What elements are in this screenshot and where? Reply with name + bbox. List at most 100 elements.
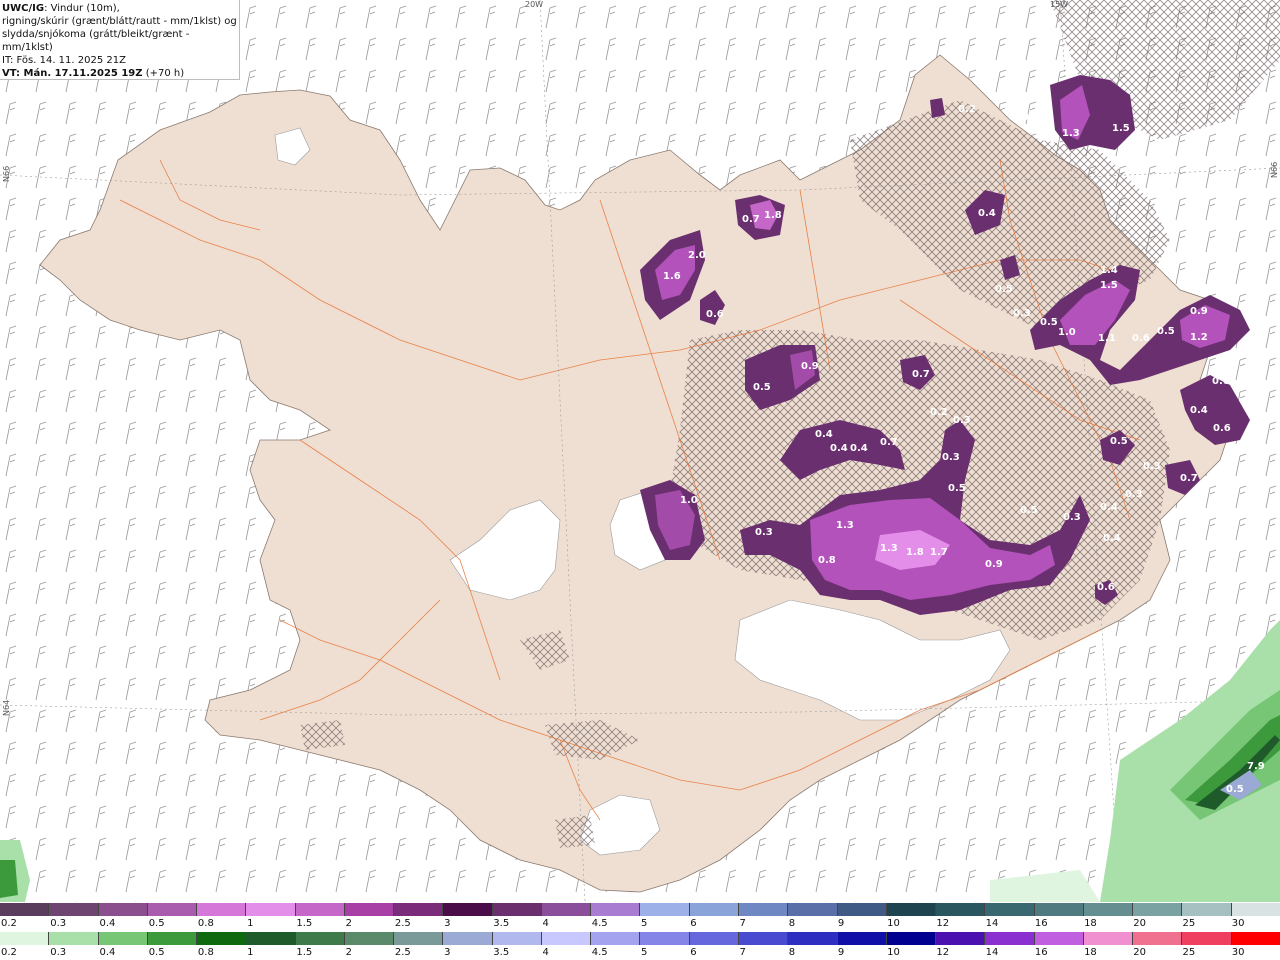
precip-label: 0.6: [1132, 333, 1150, 344]
rain-scale-swatch: [591, 932, 641, 945]
snow-scale-swatch: [640, 903, 690, 916]
precip-label: 1.0: [680, 495, 698, 506]
precip-label: 1.8: [906, 547, 924, 558]
rain-scale-label: 5: [641, 947, 648, 958]
rain-scale-label: 8: [788, 947, 796, 958]
rain-scale-label: 18: [1084, 947, 1097, 958]
snow-scale-labels: 0.2 0.3 0.4 0.5 0.8 1 1.5 2 2.5 3 3.5 4 4.5 5 6 7 8 9 10 12…: [0, 918, 1280, 931]
rain-scale-label: 9: [837, 947, 845, 958]
precip-label: 0.3: [1022, 112, 1040, 123]
snow-color-scale: [0, 903, 1280, 916]
precip-label: 0.4: [1190, 405, 1208, 416]
rain-scale-label: 10: [887, 947, 900, 958]
info-line-2: rigning/skúrir (grænt/blátt/rautt - mm/1…: [2, 16, 237, 27]
rain-scale-swatch: [49, 932, 99, 945]
precip-label: 0.3: [755, 527, 773, 538]
precip-label: 1.5: [1112, 123, 1130, 134]
model-name: UWC/IG: [2, 3, 45, 14]
snow-scale-label: 10: [887, 918, 900, 929]
forecast-hour: (+70 h): [142, 68, 185, 79]
snow-scale-swatch: [147, 903, 198, 916]
rain-scale-label: 0.8: [197, 947, 214, 958]
rain-scale-label: 0.2: [1, 947, 17, 958]
precip-label: 2.0: [688, 250, 706, 261]
precip-label: 0.8: [818, 555, 836, 566]
snow-scale-label: 0.3: [50, 918, 67, 929]
rain-scale-swatch: [492, 932, 542, 945]
rain-scale-swatch: [344, 932, 395, 945]
precip-label: 0.4: [1100, 502, 1118, 513]
rain-scale-swatch: [147, 932, 198, 945]
lat-label-64n: N64: [2, 699, 11, 716]
precip-label: 0.4: [1103, 533, 1121, 544]
rain-scale-labels: 0.2 0.3 0.4 0.5 0.8 1 1.5 2 2.5 3 3.5 4 4.5 5 6 7 8 9 10 12…: [0, 947, 1280, 960]
snow-scale-swatch: [1034, 903, 1084, 916]
precip-label: 0.5: [1157, 326, 1175, 337]
rain-scale-swatch: [197, 932, 247, 945]
precip-label: 0.3: [1125, 489, 1143, 500]
snow-scale-swatch: [591, 903, 641, 916]
rain-scale-swatch: [541, 932, 592, 945]
snow-scale-label: 4.5: [591, 918, 608, 929]
rain-scale-swatch: [295, 932, 345, 945]
rain-scale-swatch: [1083, 932, 1134, 945]
precip-label: 0.7: [742, 214, 760, 225]
snow-scale-label: 9: [837, 918, 845, 929]
rain-scale-label: 1.5: [296, 947, 313, 958]
precip-label: 0.7: [1180, 473, 1198, 484]
valid-time: VT: Mán. 17.11.2025 19Z: [2, 68, 143, 79]
rain-scale-label: 2: [345, 947, 352, 958]
rain-scale-swatch: [394, 932, 444, 945]
color-legends: 0.2 0.3 0.4 0.5 0.8 1 1.5 2 2.5 3 3.5 4 4.5 5 6 7 8 9 10 12…: [0, 902, 1280, 960]
snow-scale-label: 1: [247, 918, 254, 929]
precip-label: 0.7: [880, 437, 898, 448]
precip-label: 1.3: [880, 543, 898, 554]
snow-scale-swatch: [98, 903, 148, 916]
rain-scale-swatch: [1231, 932, 1280, 945]
snow-scale-swatch: [443, 903, 493, 916]
snow-scale-label: 18: [1084, 918, 1097, 929]
info-line-1: UWC/IG: Vindur (10m),: [2, 2, 239, 15]
precip-label: 1.4: [1100, 265, 1118, 276]
rain-scale-label: 3.5: [493, 947, 510, 958]
snow-scale-swatch: [394, 903, 444, 916]
rain-scale-swatch: [985, 932, 1035, 945]
precip-label: 0.3: [1013, 308, 1031, 319]
precip-label: 1.7: [930, 547, 948, 558]
snow-scale-label: 6: [690, 918, 697, 929]
precip-label: 0.5: [1110, 436, 1128, 447]
snow-scale-label: 25: [1182, 918, 1196, 929]
rain-scale-label: 3: [444, 947, 451, 958]
precip-label: 0.9: [985, 559, 1003, 570]
snow-scale-label: 20: [1133, 918, 1147, 929]
precip-label: 0.5: [1226, 784, 1244, 795]
weather-map: 1.6 2.0 0.6 0.7 1.8 0.5 0.9 0.7 1.0 0.4 …: [0, 0, 1280, 902]
snow-scale-label: 3.5: [493, 918, 510, 929]
variable-description: : Vindur (10m),: [44, 3, 120, 14]
snow-scale-label: 3: [444, 918, 451, 929]
precip-label: 0.3: [942, 452, 960, 463]
snow-scale-label: 1.5: [296, 918, 313, 929]
snow-scale-swatch: [886, 903, 937, 916]
rain-scale-swatch: [788, 932, 838, 945]
precip-label: 1.2: [1190, 332, 1208, 343]
precip-label: 0.4: [978, 208, 996, 219]
snow-scale-swatch: [985, 903, 1035, 916]
snow-scale-swatch: [837, 903, 887, 916]
rain-scale-label: 0.5: [148, 947, 165, 958]
snow-scale-swatch: [295, 903, 345, 916]
rain-scale-swatch: [640, 932, 690, 945]
rain-scale-label: 1: [247, 947, 254, 958]
snow-scale-swatch: [1083, 903, 1134, 916]
snow-scale-swatch: [344, 903, 395, 916]
precip-label: 1.6: [663, 271, 681, 282]
precip-label: 0.6: [1212, 376, 1230, 387]
precip-label: 0.2: [930, 407, 948, 418]
precip-label: 0.9: [1190, 306, 1208, 317]
rain-scale-swatch: [936, 932, 986, 945]
snow-scale-swatch: [0, 903, 50, 916]
snow-scale-swatch: [788, 903, 838, 916]
precip-label: 0.7: [912, 369, 930, 380]
precip-label: 0.3: [953, 415, 971, 426]
snow-scale-label: 2: [345, 918, 352, 929]
